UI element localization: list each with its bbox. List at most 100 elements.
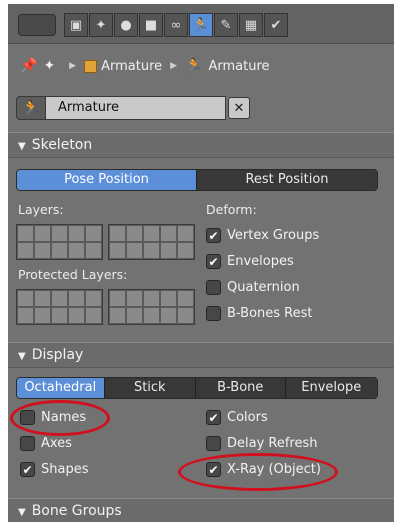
layer-toggle[interactable] xyxy=(109,290,126,307)
stick-button[interactable]: Stick xyxy=(104,378,197,398)
layer-toggle[interactable] xyxy=(68,290,85,307)
b-bones-rest-checkbox[interactable]: B-Bones Rest xyxy=(206,306,312,321)
layer-toggle[interactable] xyxy=(143,225,160,242)
layer-toggle[interactable] xyxy=(17,290,34,307)
layer-toggle[interactable] xyxy=(109,242,126,259)
layers-block-2[interactable] xyxy=(108,224,195,260)
checkbox-icon xyxy=(206,280,221,295)
colors-checkbox[interactable]: ✔ Colors xyxy=(206,410,268,425)
layer-toggle[interactable] xyxy=(177,307,194,324)
protected-layers-block-2[interactable] xyxy=(108,289,195,325)
unlink-button[interactable]: ✕ xyxy=(228,97,250,119)
layer-toggle[interactable] xyxy=(177,225,194,242)
layer-toggle[interactable] xyxy=(109,225,126,242)
draw-type-toggle: Octahedral Stick B-Bone Envelope xyxy=(16,377,378,399)
layer-toggle[interactable] xyxy=(109,307,126,324)
display-panel-header[interactable]: ▼ Display xyxy=(8,342,394,368)
bone-groups-panel-header[interactable]: ▼ Bone Groups xyxy=(8,498,394,522)
layer-toggle[interactable] xyxy=(68,307,85,324)
b-bones-rest-label: B-Bones Rest xyxy=(227,306,313,321)
vertex-groups-checkbox[interactable]: ✔ Vertex Groups xyxy=(206,228,319,243)
checkbox-icon: ✔ xyxy=(206,254,221,269)
quaternion-checkbox[interactable]: Quaternion xyxy=(206,280,300,295)
tab-render-icon[interactable]: ▣ xyxy=(64,13,88,37)
tab-world-icon[interactable]: ● xyxy=(114,13,138,37)
delay-refresh-checkbox[interactable]: Delay Refresh xyxy=(206,436,318,451)
layer-toggle[interactable] xyxy=(34,290,51,307)
envelopes-label: Envelopes xyxy=(227,254,294,269)
skeleton-title: Skeleton xyxy=(31,137,93,153)
layer-toggle[interactable] xyxy=(17,225,34,242)
layer-toggle[interactable] xyxy=(17,242,34,259)
layer-toggle[interactable] xyxy=(51,225,68,242)
b-bone-button[interactable]: B-Bone xyxy=(196,378,286,398)
layer-toggle[interactable] xyxy=(51,290,68,307)
octahedral-button[interactable]: Octahedral xyxy=(17,378,105,398)
pin-icon[interactable]: 📌 xyxy=(20,58,37,74)
position-mode-toggle: Pose Position Rest Position xyxy=(16,169,378,191)
breadcrumb-data[interactable]: Armature xyxy=(209,59,270,74)
layer-toggle[interactable] xyxy=(126,307,143,324)
layer-toggle[interactable] xyxy=(126,242,143,259)
tab-texture-icon[interactable]: ▦ xyxy=(239,13,263,37)
layer-toggle[interactable] xyxy=(126,225,143,242)
object-icon: ■ xyxy=(144,17,158,33)
layer-toggle[interactable] xyxy=(34,242,51,259)
object-cube-icon xyxy=(84,59,98,73)
armature-name-field[interactable]: Armature xyxy=(46,96,226,120)
layer-toggle[interactable] xyxy=(177,242,194,259)
layer-toggle[interactable] xyxy=(160,290,177,307)
layer-toggle[interactable] xyxy=(143,290,160,307)
layer-toggle[interactable] xyxy=(51,307,68,324)
layer-toggle[interactable] xyxy=(160,307,177,324)
protected-layers-grid xyxy=(16,289,200,325)
layer-toggle[interactable] xyxy=(160,242,177,259)
layer-toggle[interactable] xyxy=(126,290,143,307)
layer-toggle[interactable] xyxy=(85,242,102,259)
layer-toggle[interactable] xyxy=(143,242,160,259)
axes-checkbox[interactable]: Axes xyxy=(20,436,72,451)
protected-layers-block-1[interactable] xyxy=(16,289,103,325)
layer-toggle[interactable] xyxy=(34,225,51,242)
envelopes-checkbox[interactable]: ✔ Envelopes xyxy=(206,254,294,269)
layer-toggle[interactable] xyxy=(17,307,34,324)
shapes-checkbox[interactable]: ✔ Shapes xyxy=(20,462,88,477)
tab-bone-constraint-icon[interactable]: ✔ xyxy=(264,13,288,37)
layer-toggle[interactable] xyxy=(51,242,68,259)
properties-editor: ▣ ✦ ● ■ ∞ 🏃 ✎ ▦ ✔ 📌 ✦ ▶ Armature ▶ 🏃 Armature 🏃 … xyxy=(8,4,394,522)
layer-toggle[interactable] xyxy=(34,307,51,324)
layers-block-1[interactable] xyxy=(16,224,103,260)
tab-constraints-icon[interactable]: ∞ xyxy=(164,13,188,37)
checkbox-icon: ✔ xyxy=(206,410,221,425)
checkbox-icon xyxy=(20,436,35,451)
envelope-button[interactable]: Envelope xyxy=(285,378,377,398)
armature-browse-icon[interactable]: 🏃 xyxy=(16,96,46,120)
checkbox-icon: ✔ xyxy=(20,462,35,477)
layer-toggle[interactable] xyxy=(85,290,102,307)
properties-header: ▣ ✦ ● ■ ∞ 🏃 ✎ ▦ ✔ xyxy=(8,4,394,44)
texture-icon: ▦ xyxy=(244,17,258,33)
layer-toggle[interactable] xyxy=(68,242,85,259)
layers-grid xyxy=(16,224,200,260)
layer-toggle[interactable] xyxy=(160,225,177,242)
pose-position-button[interactable]: Pose Position xyxy=(17,170,197,190)
editor-type-menu[interactable] xyxy=(18,14,56,36)
delay-refresh-label: Delay Refresh xyxy=(227,436,318,451)
layers-label: Layers: xyxy=(18,202,64,217)
tab-bone-icon[interactable]: ✎ xyxy=(214,13,238,37)
scene-icon: ✦ xyxy=(95,17,107,33)
tab-object-icon[interactable]: ■ xyxy=(139,13,163,37)
layer-toggle[interactable] xyxy=(143,307,160,324)
layer-toggle[interactable] xyxy=(177,290,194,307)
tab-armature-data-icon[interactable]: 🏃 xyxy=(189,13,213,37)
vertex-groups-label: Vertex Groups xyxy=(227,228,320,243)
shapes-label: Shapes xyxy=(41,462,89,477)
tab-scene-icon[interactable]: ✦ xyxy=(89,13,113,37)
scene-icon: ✦ xyxy=(43,58,56,74)
layer-toggle[interactable] xyxy=(85,307,102,324)
layer-toggle[interactable] xyxy=(85,225,102,242)
rest-position-button[interactable]: Rest Position xyxy=(197,170,377,190)
breadcrumb-object[interactable]: Armature xyxy=(101,59,162,74)
skeleton-panel-header[interactable]: ▼ Skeleton xyxy=(8,132,394,158)
layer-toggle[interactable] xyxy=(68,225,85,242)
